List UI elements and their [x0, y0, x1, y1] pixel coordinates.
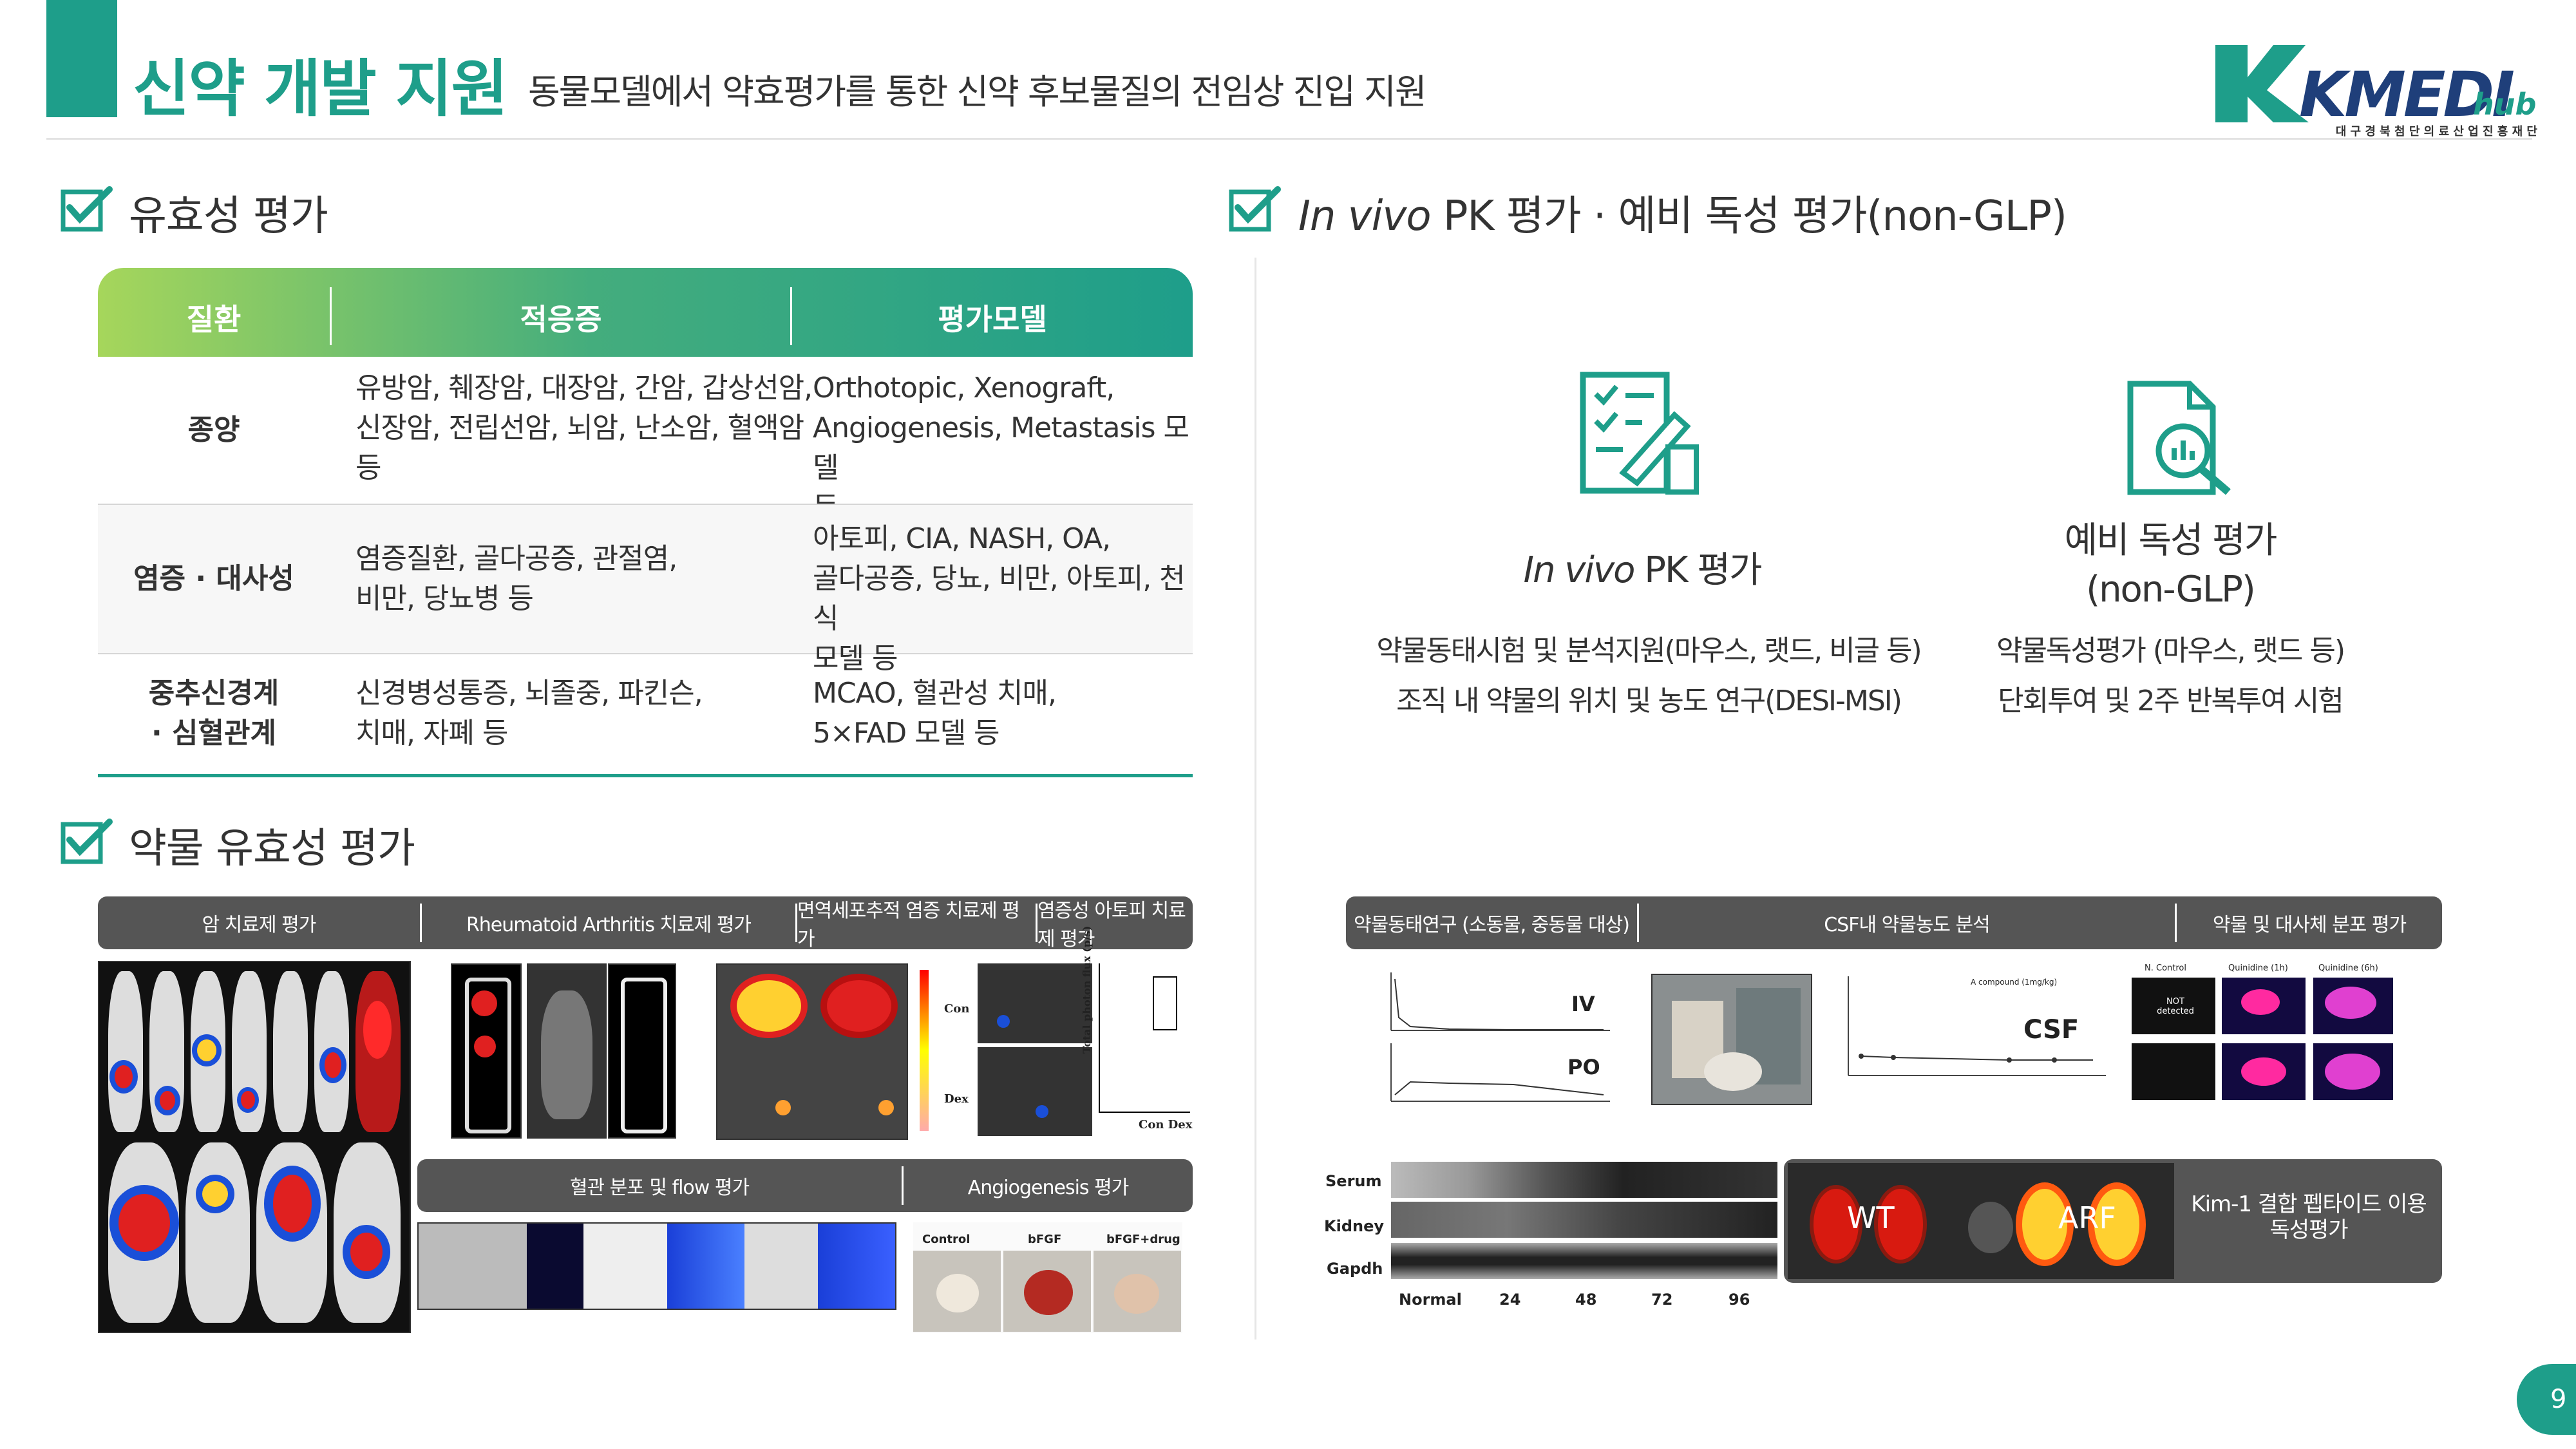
column-divider [1255, 258, 1256, 1340]
tab-pharmacokinetics: 약물동태연구 (소동물, 중동물 대상) [1354, 914, 1630, 936]
disease-cell: 염증 · 대사성 [133, 562, 294, 595]
table-row: 종양 유방암, 췌장암, 대장암, 간암, 갑상선암, 신장암, 전립선암, 뇌… [98, 357, 1193, 524]
table-row: 중추신경계 · 심혈관계 신경병성통증, 뇌졸중, 파킨슨, 치매, 자폐 등 … [98, 654, 1193, 774]
model-cell: Orthotopic, Xenograft, Angiogenesis, Met… [813, 372, 1189, 524]
tab-rheumatoid: Rheumatoid Arthritis 치료제 평가 [466, 914, 752, 936]
western-blot: Serum Kidney Gapdh Normal 24 48 72 96 [1324, 1159, 1777, 1314]
svg-text:hub: hub [2473, 87, 2536, 122]
pk-item-description: 약물동태시험 및 분석지원(마우스, 랫드, 비글 등) 조직 내 약물의 위치… [1376, 634, 1922, 717]
drug-efficacy-tab-bar: 암 치료제 평가 Rheumatoid Arthritis 치료제 평가 면역세… [98, 896, 1193, 951]
table-header: 질환 적응증 평가모델 [98, 268, 1193, 357]
model-cell: MCAO, 혈관성 치매, 5×FAD 모델 등 [813, 677, 1057, 750]
wb-row-serum: Serum [1325, 1172, 1382, 1190]
column-header-disease: 질환 [186, 302, 242, 337]
page-number: 9 [2517, 1364, 2576, 1435]
checkbox-icon [61, 819, 113, 864]
pk-iv-po-graphs: IV PO [1359, 966, 1616, 1108]
efficacy-section-title: 유효성 평가 [129, 193, 328, 240]
toxicity-item-description: 약물독성평가 (마우스, 랫드 등) 단회투여 및 2주 반복투여 시험 [1996, 634, 2345, 717]
pk-section-title: In vivo PK 평가 · 예비 독성 평가(non-GLP) [1298, 193, 2067, 240]
indication-cell: 염증질환, 골다공증, 관절염, 비만, 당뇨병 등 [355, 542, 677, 615]
indication-cell: 유방암, 췌장암, 대장암, 간암, 갑상선암, 신장암, 전립선암, 뇌암, … [355, 372, 813, 484]
po-label: PO [1567, 1055, 1600, 1079]
atopy-figure: Con Dex Total photon flux (p/s) Con Dex [920, 926, 1193, 1140]
page-title: 신약 개발 지원 [133, 53, 508, 125]
wb-row-kidney: Kidney [1324, 1217, 1385, 1235]
checkbox-icon [1229, 186, 1281, 232]
disease-cell: 종양 [187, 413, 240, 446]
arf-label: ARF [2058, 1200, 2116, 1235]
wt-label: WT [1847, 1200, 1895, 1235]
cancer-imaging-figure [98, 961, 411, 1333]
vessel-flow-images [417, 1222, 896, 1310]
table-bottom-rule [98, 774, 1193, 777]
tab-vessel-flow: 혈관 분포 및 flow 평가 [569, 1177, 750, 1199]
drug-efficacy-section-title: 약물 유효성 평가 [129, 825, 415, 873]
kim1-toxicity-panel: WT ARF Kim-1 결합 펩타이드 이용 독성평가 [1784, 1159, 2442, 1283]
column-header-indication: 적응증 [520, 302, 602, 337]
angiogenesis-images: Control bFGF bFGF+drug [913, 1222, 1182, 1333]
efficacy-table: 질환 적응증 평가모델 종양 유방암, 췌장암, 대장암, 간암, 갑상선암, … [98, 268, 1193, 777]
wb-row-gapdh: Gapdh [1327, 1260, 1383, 1278]
ra-paw-image [451, 963, 522, 1139]
vessel-tab-bar: 혈관 분포 및 flow 평가 Angiogenesis 평가 [417, 1159, 1193, 1212]
tab-atopy: 염증성 아토피 치료제 평가 [1037, 900, 1186, 951]
svg-text:대 구 경 북 첨 단 의 료 산 업 진 흥 재 단: 대 구 경 북 첨 단 의 료 산 업 진 흥 재 단 [2336, 124, 2537, 138]
kim1-caption: Kim-1 결합 펩타이드 이용 독성평가 [2191, 1191, 2427, 1243]
csf-lab-photo [1651, 974, 1812, 1105]
header-divider [46, 138, 2532, 140]
drug-distribution-images: N. Control Quinidine (1h) Quinidine (6h)… [2132, 963, 2393, 1103]
csf-label: CSF [2023, 1015, 2079, 1045]
header-accent-bar [46, 0, 117, 117]
tab-immune-tracking: 면역세포추적 염증 치료제 평가 [797, 900, 1020, 951]
checkbox-icon [61, 186, 113, 232]
table-row: 염증 · 대사성 염증질환, 골다공증, 관절염, 비만, 당뇨병 등 아토피,… [98, 505, 1193, 675]
pk-tab-bar: 약물동태연구 (소동물, 중동물 대상) CSF내 약물농도 분석 약물 및 대… [1346, 896, 2442, 949]
ra-mouse-image [527, 963, 607, 1139]
column-header-model: 평가모델 [938, 302, 1047, 337]
checklist-pen-icon [1580, 372, 1699, 495]
ra-xray-image [608, 963, 676, 1139]
disease-cell: 중추신경계 · 심혈관계 [148, 677, 279, 750]
toxicity-item-title: 예비 독성 평가 (non-GLP) [2064, 520, 2278, 611]
pk-item-title: In vivo PK 평가 [1523, 549, 1762, 591]
iv-label: IV [1571, 992, 1595, 1016]
kmedi-hub-logo: KMEDI hub 대 구 경 북 첨 단 의 료 산 업 진 흥 재 단 [2202, 32, 2537, 142]
tab-angiogenesis: Angiogenesis 평가 [967, 1177, 1130, 1199]
tab-csf: CSF내 약물농도 분석 [1824, 914, 1991, 936]
tab-cancer: 암 치료제 평가 [202, 914, 317, 936]
immune-tracking-image [716, 963, 908, 1140]
indication-cell: 신경병성통증, 뇌졸중, 파킨슨, 치매, 자폐 등 [355, 677, 703, 750]
document-analysis-icon [2127, 381, 2231, 495]
tab-distribution: 약물 및 대사체 분포 평가 [2212, 914, 2407, 936]
csf-concentration-graph: A compound (1mg/kg) CSF [1823, 966, 2112, 1108]
page-subtitle: 동물모델에서 약효평가를 통한 신약 후보물질의 전임상 진입 지원 [528, 71, 1427, 112]
